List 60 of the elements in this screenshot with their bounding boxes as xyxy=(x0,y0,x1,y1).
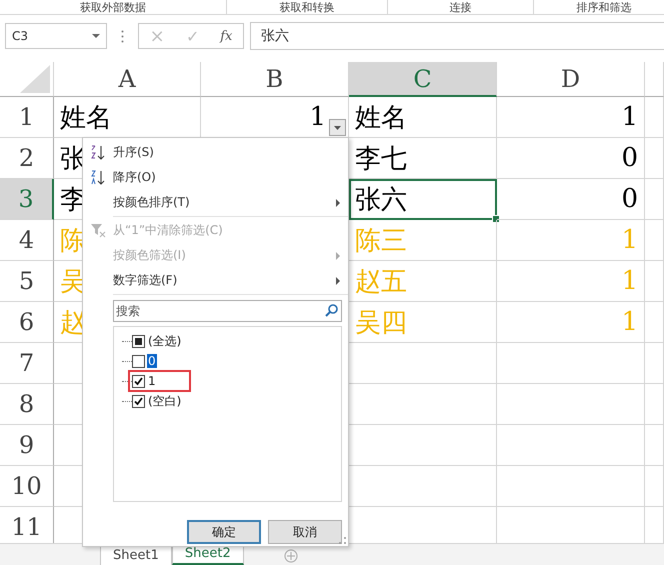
table-cell xyxy=(645,302,664,343)
row-header[interactable]: 8 xyxy=(0,384,54,425)
clear-filter-icon xyxy=(90,222,106,238)
table-cell xyxy=(645,179,664,220)
caret-icon xyxy=(92,34,100,38)
table-cell: 1 xyxy=(497,261,645,302)
column-header[interactable]: D xyxy=(497,62,645,97)
search-field[interactable]: 搜索 xyxy=(113,300,342,322)
table-cell xyxy=(645,220,664,261)
caret-icon xyxy=(334,126,341,130)
ribbon-group-label: 连接 xyxy=(450,0,472,14)
table-cell: 1 xyxy=(497,302,645,343)
filter-dropdown-button[interactable] xyxy=(329,119,346,136)
column-header[interactable]: B xyxy=(201,62,349,97)
row-header[interactable]: 9 xyxy=(0,425,54,466)
row-header[interactable]: 7 xyxy=(0,343,54,384)
checkbox[interactable] xyxy=(132,334,145,348)
ribbon-group-label: 获取外部数据 xyxy=(80,0,146,14)
grip-icon xyxy=(121,30,124,42)
resize-grip-icon[interactable] xyxy=(339,537,346,544)
table-cell: 1 xyxy=(497,97,645,138)
sort-descending-icon xyxy=(90,170,106,186)
table-cell xyxy=(645,343,664,384)
table-cell: 0 xyxy=(497,179,645,220)
dialog-button[interactable]: 取消 xyxy=(268,520,342,544)
checkbox[interactable] xyxy=(132,394,145,408)
row-header[interactable]: 5 xyxy=(0,261,54,302)
filter-value[interactable]: 0 xyxy=(147,354,157,368)
ribbon-group-label: 排序和筛选 xyxy=(576,0,632,14)
table-cell: 1 xyxy=(497,220,645,261)
fill-handle[interactable] xyxy=(492,215,500,223)
row-header[interactable]: 3 xyxy=(0,179,54,220)
table-cell: 0 xyxy=(497,138,645,179)
table-cell: 张六 xyxy=(349,179,497,220)
filter-value[interactable]: 1 xyxy=(147,374,157,388)
column-header[interactable]: C xyxy=(349,62,497,97)
dialog-button[interactable]: 确定 xyxy=(187,520,261,544)
table-cell xyxy=(645,138,664,179)
row-header[interactable]: 6 xyxy=(0,302,54,343)
row-header[interactable]: 1 xyxy=(0,97,54,138)
sort-ascending-icon xyxy=(90,144,106,160)
table-cell xyxy=(645,466,664,507)
filter-value[interactable]: (空白) xyxy=(147,392,182,410)
sheet-tab[interactable]: Sheet1 xyxy=(100,546,172,565)
name-box[interactable]: C3 xyxy=(5,23,107,49)
table-cell xyxy=(645,97,664,138)
table-cell xyxy=(645,425,664,466)
checkbox[interactable] xyxy=(132,354,145,368)
search-icon xyxy=(325,304,338,317)
checkbox[interactable] xyxy=(132,374,145,388)
row-header[interactable]: 2 xyxy=(0,138,54,179)
formula-field[interactable]: 张六 xyxy=(250,22,664,50)
table-cell xyxy=(645,384,664,425)
table-cell: 姓名 xyxy=(349,97,497,138)
column-header[interactable]: A xyxy=(54,62,201,97)
table-cell xyxy=(645,261,664,302)
row-header[interactable]: 10 xyxy=(0,466,54,507)
ribbon-group-label: 获取和转换 xyxy=(280,0,334,14)
insert-function-button[interactable]: fx xyxy=(220,28,232,44)
row-header[interactable]: 4 xyxy=(0,220,54,261)
